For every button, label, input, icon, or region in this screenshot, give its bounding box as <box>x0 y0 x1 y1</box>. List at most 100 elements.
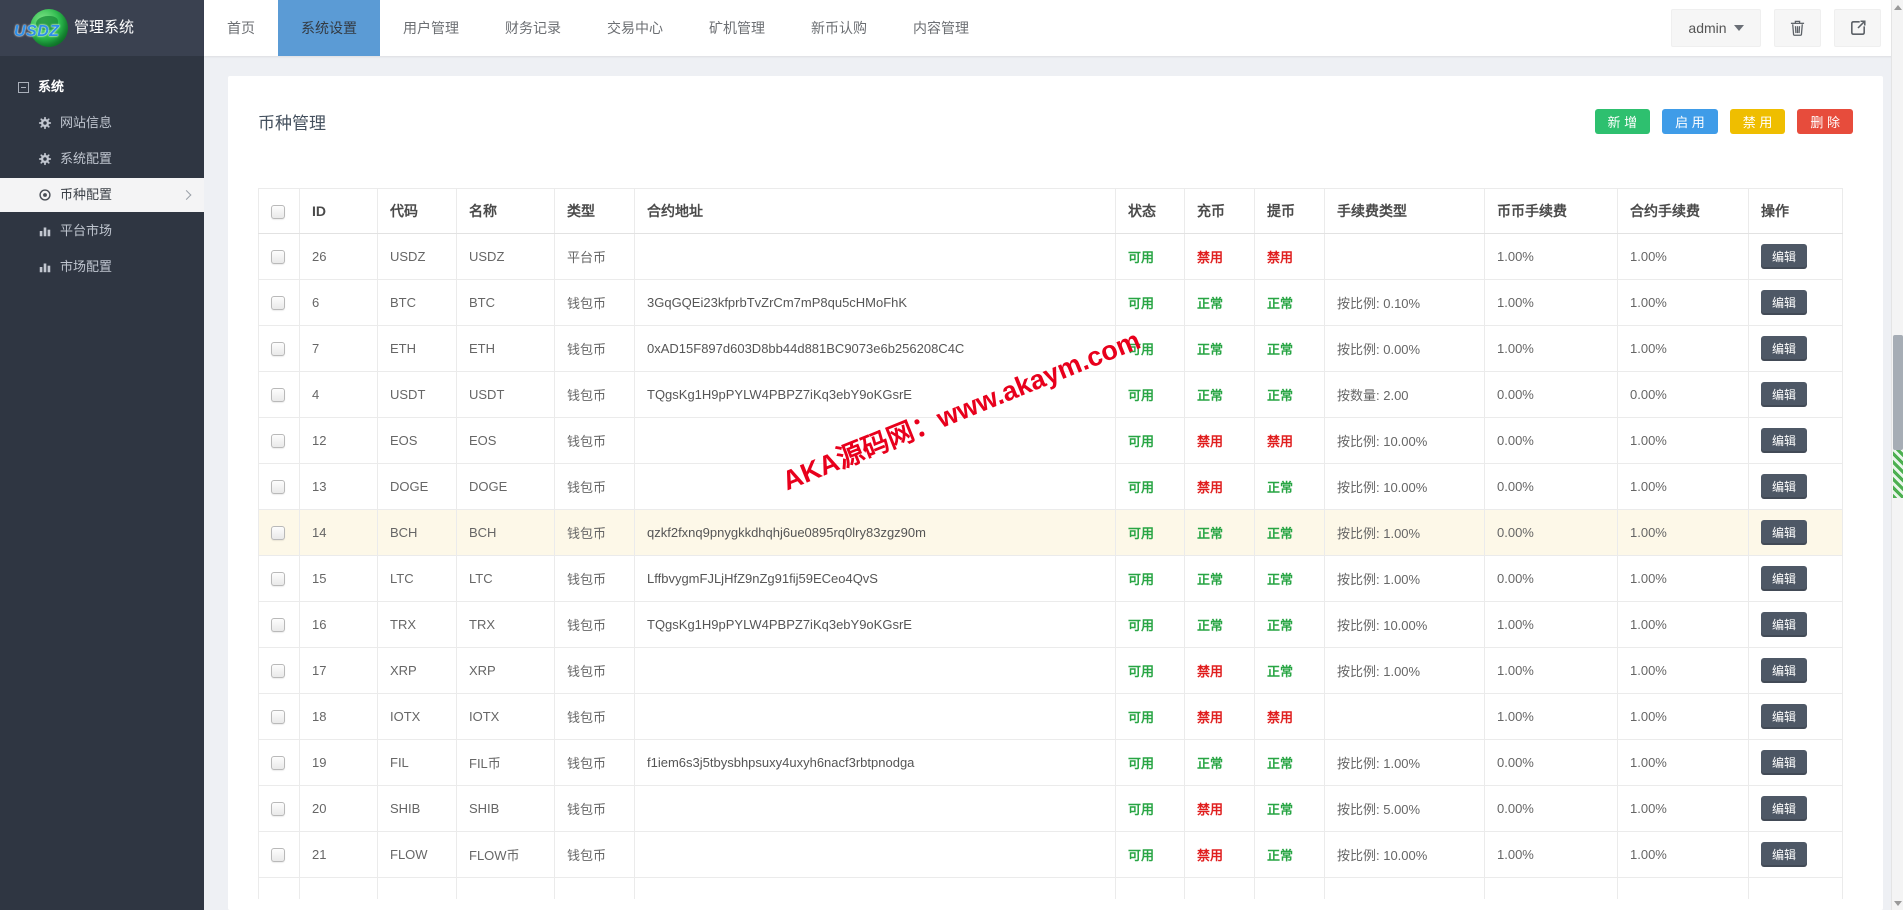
cell-type: 钱包币 <box>555 510 635 556</box>
edit-button[interactable]: 编辑 <box>1761 244 1807 269</box>
nav-item-2[interactable]: 系统设置 <box>278 0 380 56</box>
edit-button[interactable]: 编辑 <box>1761 796 1807 821</box>
sidebar-item-4[interactable]: 平台市场 <box>0 214 204 248</box>
sidebar-item-3[interactable]: 币种配置 <box>0 178 204 212</box>
row-checkbox[interactable] <box>271 296 285 310</box>
cell-type: 钱包币 <box>555 832 635 878</box>
row-checkbox[interactable] <box>271 342 285 356</box>
scrollbar-thumb[interactable] <box>1893 335 1903 450</box>
row-checkbox[interactable] <box>271 848 285 862</box>
app-logo[interactable]: USDZ 管理系统 <box>0 0 204 56</box>
row-checkbox[interactable] <box>271 618 285 632</box>
cell-status: 可用 <box>1116 648 1185 694</box>
row-checkbox-cell <box>259 372 300 418</box>
cell-type: 钱包币 <box>555 372 635 418</box>
cell-fee-type: 按比例: 10.00% <box>1325 464 1485 510</box>
row-checkbox[interactable] <box>271 388 285 402</box>
cell-type: 钱包币 <box>555 740 635 786</box>
nav-item-8[interactable]: 内容管理 <box>890 0 992 56</box>
row-checkbox[interactable] <box>271 572 285 586</box>
cell-coin-fee: 1.00% <box>1485 832 1618 878</box>
cell-address: f1iem6s3j5tbysbhpsuxy4uxyh6nacf3rbtpnodg… <box>635 740 1116 786</box>
edit-button[interactable]: 编辑 <box>1761 658 1807 683</box>
edit-button[interactable]: 编辑 <box>1761 750 1807 775</box>
logo-usdz-badge: USDZ <box>14 23 60 41</box>
nav-item-6[interactable]: 矿机管理 <box>686 0 788 56</box>
edit-button[interactable]: 编辑 <box>1761 612 1807 637</box>
cell-deposit: 禁用 <box>1185 464 1255 510</box>
nav-item-1[interactable]: 首页 <box>204 0 278 56</box>
column-header: 操作 <box>1749 189 1843 234</box>
edit-button[interactable]: 编辑 <box>1761 520 1807 545</box>
column-header: 名称 <box>457 189 555 234</box>
cell-type: 钱包币 <box>555 694 635 740</box>
content-area: 币种管理 新 增启 用禁 用删 除 ID代码名称类型合约地址状态充币提币手续费类… <box>204 56 1903 910</box>
edit-button[interactable]: 编辑 <box>1761 704 1807 729</box>
edit-button[interactable]: 编辑 <box>1761 474 1807 499</box>
cell-coin-fee: 0.00% <box>1485 464 1618 510</box>
action-button-3[interactable]: 禁 用 <box>1730 109 1786 134</box>
cell-address: TQgsKg1H9pPYLW4PBPZ7iKq3ebY9oKGsrE <box>635 602 1116 648</box>
edit-button[interactable]: 编辑 <box>1761 290 1807 315</box>
cell-fee-type: 按比例: 10.00% <box>1325 418 1485 464</box>
cell-withdraw: 正常 <box>1255 786 1325 832</box>
cell-name: ETH <box>457 326 555 372</box>
row-checkbox-cell <box>259 326 300 372</box>
edit-button[interactable]: 编辑 <box>1761 842 1807 867</box>
clear-cache-button[interactable] <box>1774 9 1821 47</box>
row-checkbox-cell <box>259 418 300 464</box>
cell-id: 21 <box>300 832 378 878</box>
cell-name: USDZ <box>457 234 555 280</box>
nav-item-3[interactable]: 用户管理 <box>380 0 482 56</box>
row-checkbox[interactable] <box>271 802 285 816</box>
nav-item-4[interactable]: 财务记录 <box>482 0 584 56</box>
cell-code: ETH <box>378 326 457 372</box>
cell-coin-fee: 0.00% <box>1485 740 1618 786</box>
action-button-2[interactable]: 启 用 <box>1662 109 1718 134</box>
scrollbar-up-arrow[interactable] <box>1892 0 1903 14</box>
empty-cell <box>1485 878 1618 899</box>
edit-button[interactable]: 编辑 <box>1761 428 1807 453</box>
row-checkbox-cell <box>259 556 300 602</box>
cell-code: BCH <box>378 510 457 556</box>
table-row: 26 USDZ USDZ 平台币 可用 禁用 禁用 1.00% 1.00% 编辑 <box>259 234 1843 280</box>
action-button-4[interactable]: 删 除 <box>1797 109 1853 134</box>
page-scrollbar[interactable] <box>1891 0 1903 910</box>
scrollbar-down-arrow[interactable] <box>1892 896 1903 910</box>
cell-id: 6 <box>300 280 378 326</box>
user-menu-button[interactable]: admin <box>1671 9 1761 47</box>
select-all-checkbox[interactable] <box>271 205 285 219</box>
row-checkbox[interactable] <box>271 756 285 770</box>
cell-contract-fee: 1.00% <box>1618 694 1749 740</box>
action-button-1[interactable]: 新 增 <box>1595 109 1651 134</box>
edit-button[interactable]: 编辑 <box>1761 566 1807 591</box>
column-header: 状态 <box>1116 189 1185 234</box>
chevron-right-icon <box>182 190 192 200</box>
nav-item-7[interactable]: 新币认购 <box>788 0 890 56</box>
row-actions-cell: 编辑 <box>1749 464 1843 510</box>
empty-cell <box>1325 878 1485 899</box>
sidebar-item-5[interactable]: 市场配置 <box>0 250 204 284</box>
sidebar-item-1[interactable]: 网站信息 <box>0 106 204 140</box>
cell-coin-fee: 0.00% <box>1485 372 1618 418</box>
cell-address: 0xAD15F897d603D8bb44d881BC9073e6b256208C… <box>635 326 1116 372</box>
sidebar-section-system[interactable]: 系统 <box>0 70 204 104</box>
row-checkbox[interactable] <box>271 710 285 724</box>
cell-status: 可用 <box>1116 418 1185 464</box>
edit-button[interactable]: 编辑 <box>1761 382 1807 407</box>
row-checkbox[interactable] <box>271 480 285 494</box>
column-header: 币币手续费 <box>1485 189 1618 234</box>
cell-withdraw: 正常 <box>1255 556 1325 602</box>
row-checkbox[interactable] <box>271 250 285 264</box>
edit-button[interactable]: 编辑 <box>1761 336 1807 361</box>
nav-item-5[interactable]: 交易中心 <box>584 0 686 56</box>
cell-code: SHIB <box>378 786 457 832</box>
row-checkbox[interactable] <box>271 664 285 678</box>
cell-code: FIL <box>378 740 457 786</box>
sidebar-menu: 系统 网站信息系统配置币种配置平台市场市场配置 <box>0 56 204 284</box>
row-checkbox[interactable] <box>271 526 285 540</box>
row-checkbox[interactable] <box>271 434 285 448</box>
logout-button[interactable] <box>1834 9 1881 47</box>
row-checkbox-cell <box>259 832 300 878</box>
sidebar-item-2[interactable]: 系统配置 <box>0 142 204 176</box>
